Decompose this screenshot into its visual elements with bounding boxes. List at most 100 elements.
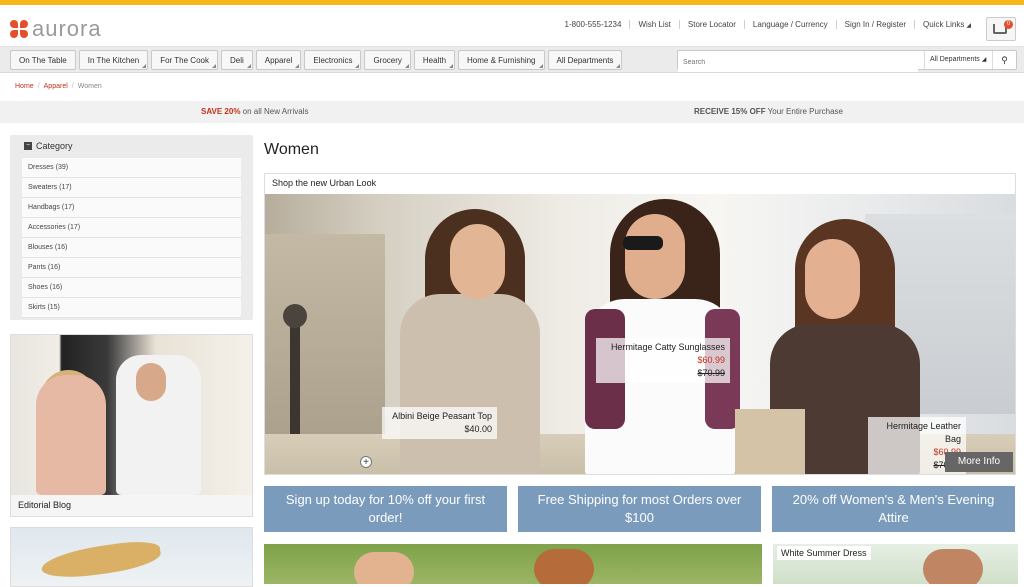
quick-links-menu[interactable]: Quick Links ◢ (914, 20, 979, 29)
nav-tab-electronics[interactable]: Electronics (304, 50, 362, 70)
image-figure (39, 537, 163, 583)
dropdown-corner-icon (211, 64, 216, 68)
category-header[interactable]: − Category (24, 141, 73, 151)
promo-new-arrivals-bold: SAVE 20% (201, 107, 241, 116)
aurora-logo-icon (10, 20, 28, 38)
breadcrumb-apparel[interactable]: Apparel (44, 83, 68, 90)
category-item-shoes[interactable]: Shoes (16) (22, 278, 241, 298)
product-name: Hermitage Catty Sunglasses (610, 342, 725, 352)
white-summer-dress-label: White Summer Dress (777, 546, 871, 560)
nav-tab-apparel[interactable]: Apparel (255, 50, 302, 70)
dropdown-corner-icon (449, 64, 454, 68)
promo-bar: SAVE 20% on all New Arrivals RECEIVE 15%… (0, 101, 1024, 123)
nav-tab-home-furnishing[interactable]: Home & Furnishing (458, 50, 545, 70)
editorial-blog-image (11, 335, 252, 495)
promo-entire-purchase-text: Your Entire Purchase (765, 107, 843, 116)
caret-down-icon: ◢ (981, 57, 987, 63)
image-figure (623, 236, 663, 250)
search-department-select[interactable]: All Departments ◢ (924, 51, 994, 69)
search-department-value: All Departments (930, 56, 980, 63)
image-figure (36, 375, 106, 495)
product-name: Hermitage Leather Bag (886, 421, 961, 444)
header-links: 1-800-555-1234 Wish List Store Locator L… (557, 20, 980, 29)
promo-new-arrivals-text: on all New Arrivals (240, 107, 309, 116)
breadcrumb-current: Women (77, 83, 102, 90)
search-input[interactable] (678, 53, 918, 72)
hero-caption: Shop the new Urban Look (272, 178, 377, 188)
category-item-handbags[interactable]: Handbags (17) (22, 198, 241, 218)
nav-tab-label: Home & Furnishing (467, 56, 536, 65)
product-original-price: $70.99 (697, 368, 725, 378)
breadcrumb-home[interactable]: Home (15, 83, 34, 90)
store-locator-link[interactable]: Store Locator (678, 20, 744, 29)
category-item-accessories[interactable]: Accessories (17) (22, 218, 241, 238)
nav-tab-on-the-table[interactable]: On The Table (10, 50, 76, 70)
category-list: Dresses (39) Sweaters (17) Handbags (17)… (22, 158, 241, 318)
nav-tab-label: All Departments (556, 56, 614, 65)
cart-count-badge: 0 (1004, 20, 1013, 29)
language-currency-link[interactable]: Language / Currency (743, 20, 836, 29)
collapse-icon: − (24, 142, 32, 150)
category-item-pants[interactable]: Pants (16) (22, 258, 241, 278)
product-sale-price: $60.99 (697, 355, 725, 365)
site-header: aurora 1-800-555-1234 Wish List Store Lo… (0, 5, 1024, 47)
wishlist-link[interactable]: Wish List (629, 20, 678, 29)
image-figure (625, 214, 685, 299)
sidebar-promo-image[interactable] (10, 527, 253, 587)
category-item-blouses[interactable]: Blouses (16) (22, 238, 241, 258)
product-tag-sunglasses[interactable]: Hermitage Catty Sunglasses $60.99 $70.99 (596, 338, 730, 383)
image-figure (805, 239, 860, 319)
nav-tab-label: For The Cook (160, 56, 209, 65)
promo-entire-purchase[interactable]: RECEIVE 15% OFF Your Entire Purchase (694, 101, 843, 123)
more-info-button[interactable]: More Info (945, 452, 1013, 472)
hero-banner[interactable]: Shop the new Urban Look Albini Beige Pea… (264, 173, 1016, 475)
cart-button[interactable]: 0 (986, 17, 1016, 41)
sign-in-link[interactable]: Sign In / Register (835, 20, 914, 29)
promo-new-arrivals[interactable]: SAVE 20% on all New Arrivals (201, 101, 308, 123)
plus-icon[interactable]: + (360, 456, 372, 468)
nav-tab-all-departments[interactable]: All Departments (547, 50, 623, 70)
brand-name: aurora (32, 16, 102, 41)
nav-tab-grocery[interactable]: Grocery (364, 50, 411, 70)
nav-tab-deli[interactable]: Deli (220, 50, 253, 70)
image-figure (354, 552, 414, 584)
image-figure (923, 549, 983, 584)
image-figure (735, 409, 805, 474)
white-summer-dress-card[interactable]: White Summer Dress (773, 544, 1018, 584)
dropdown-corner-icon (246, 64, 251, 68)
image-figure (136, 363, 166, 401)
category-item-skirts[interactable]: Skirts (15) (22, 298, 241, 318)
nav-tab-label: Health (422, 56, 447, 65)
search-button[interactable]: ⚲ (992, 51, 1016, 69)
content-image[interactable] (264, 544, 762, 584)
image-figure (400, 294, 540, 474)
nav-tab-label: Apparel (264, 56, 293, 65)
breadcrumb: Home / Apparel / Women (15, 83, 102, 90)
dropdown-corner-icon (538, 64, 543, 68)
promo-entire-purchase-bold: RECEIVE 15% OFF (694, 107, 766, 116)
promo-tile-evening-attire[interactable]: 20% off Women's & Men's Evening Attire (772, 486, 1015, 532)
breadcrumb-separator: / (37, 83, 40, 90)
bottom-content-row: White Summer Dress (264, 544, 1018, 584)
promo-tile-free-shipping[interactable]: Free Shipping for most Orders over $100 (518, 486, 761, 532)
product-tag-peasant-top[interactable]: Albini Beige Peasant Top $40.00 (382, 407, 497, 439)
phone-number: 1-800-555-1234 (564, 20, 622, 29)
category-title: Category (36, 141, 73, 151)
category-item-dresses[interactable]: Dresses (39) (22, 158, 241, 178)
nav-tab-label: Deli (229, 56, 244, 65)
image-figure (283, 304, 307, 328)
promo-tile-signup[interactable]: Sign up today for 10% off your first ord… (264, 486, 507, 532)
product-price: $40.00 (464, 424, 492, 434)
search-bar: All Departments◢ ⚲ (677, 50, 1017, 72)
dropdown-corner-icon (142, 64, 147, 68)
department-nav: On The Table In The Kitchen For The Cook… (0, 47, 1024, 73)
editorial-blog-card[interactable]: Editorial Blog (10, 334, 253, 517)
nav-tab-label: In The Kitchen (87, 56, 140, 65)
category-panel: − Category Dresses (39) Sweaters (17) Ha… (10, 135, 253, 320)
category-item-sweaters[interactable]: Sweaters (17) (22, 178, 241, 198)
nav-tab-for-the-cook[interactable]: For The Cook (151, 50, 218, 70)
nav-tab-health[interactable]: Health (413, 50, 456, 70)
brand-logo[interactable]: aurora (10, 16, 102, 42)
nav-tab-in-the-kitchen[interactable]: In The Kitchen (78, 50, 149, 70)
image-figure (534, 549, 594, 584)
